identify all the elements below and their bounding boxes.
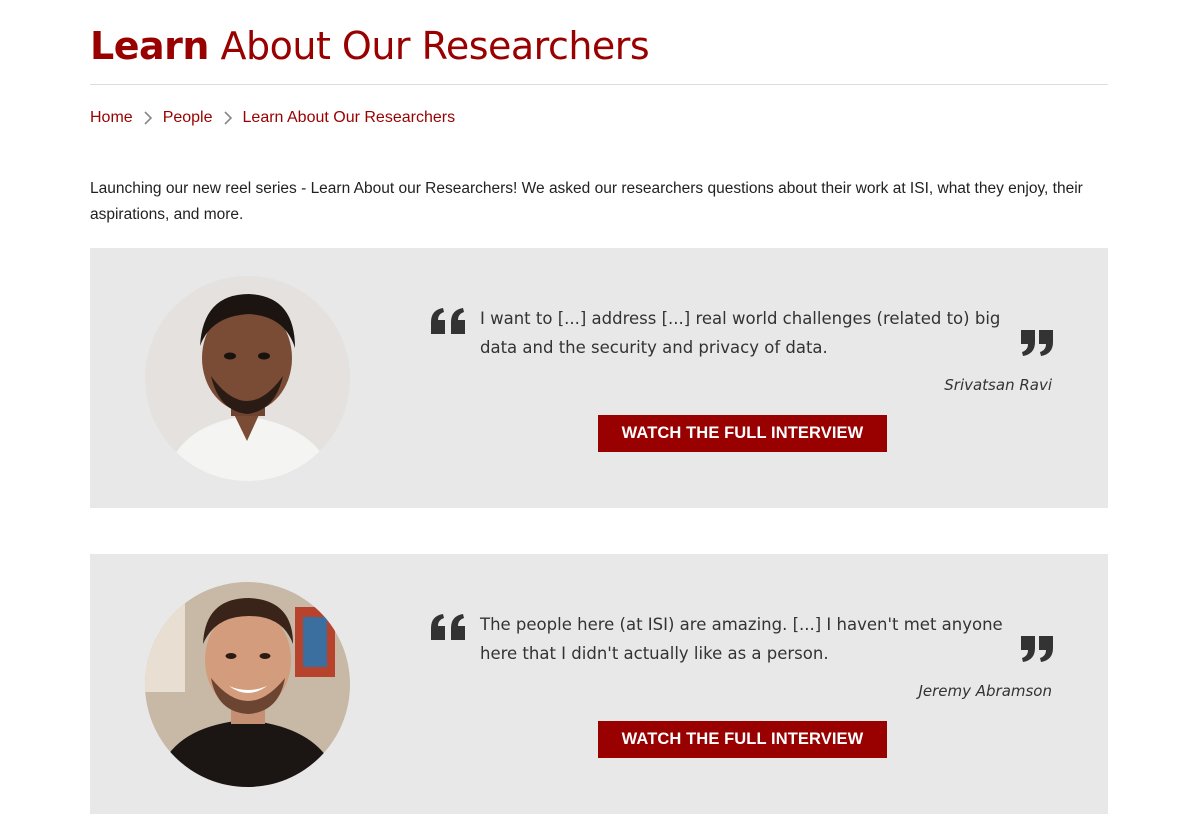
researcher-card: I want to [...] address [...] real world…: [90, 248, 1108, 508]
watch-interview-button[interactable]: WATCH THE FULL INTERVIEW: [598, 415, 887, 452]
researcher-card: The people here (at ISI) are amazing. [.…: [90, 554, 1108, 814]
quote-close-icon: [1018, 634, 1056, 664]
quote-open-icon: [430, 306, 468, 336]
chevron-right-icon: [213, 108, 243, 128]
breadcrumb-home[interactable]: Home: [90, 109, 133, 127]
quote-text: I want to [...] address [...] real world…: [480, 309, 1001, 357]
avatar: [145, 276, 350, 481]
page-title: Learn About Our Researchers: [90, 24, 650, 68]
avatar: [145, 582, 350, 787]
quote-author: Srivatsan Ravi: [944, 376, 1052, 394]
intro-text: Launching our new reel series - Learn Ab…: [90, 180, 1083, 223]
breadcrumb: Home People Learn About Our Researchers: [90, 108, 455, 128]
chevron-right-icon: [133, 108, 163, 128]
watch-interview-button[interactable]: WATCH THE FULL INTERVIEW: [598, 721, 887, 758]
breadcrumb-people[interactable]: People: [163, 109, 213, 127]
page-title-bold: Learn: [90, 24, 209, 68]
title-divider: [90, 84, 1108, 85]
breadcrumb-current[interactable]: Learn About Our Researchers: [243, 109, 456, 127]
quote-open-icon: [430, 612, 468, 642]
quote-close-icon: [1018, 328, 1056, 358]
page-title-rest: About Our Researchers: [208, 24, 650, 68]
quote-author: Jeremy Abramson: [918, 682, 1052, 700]
quote-text: The people here (at ISI) are amazing. [.…: [480, 615, 1003, 663]
